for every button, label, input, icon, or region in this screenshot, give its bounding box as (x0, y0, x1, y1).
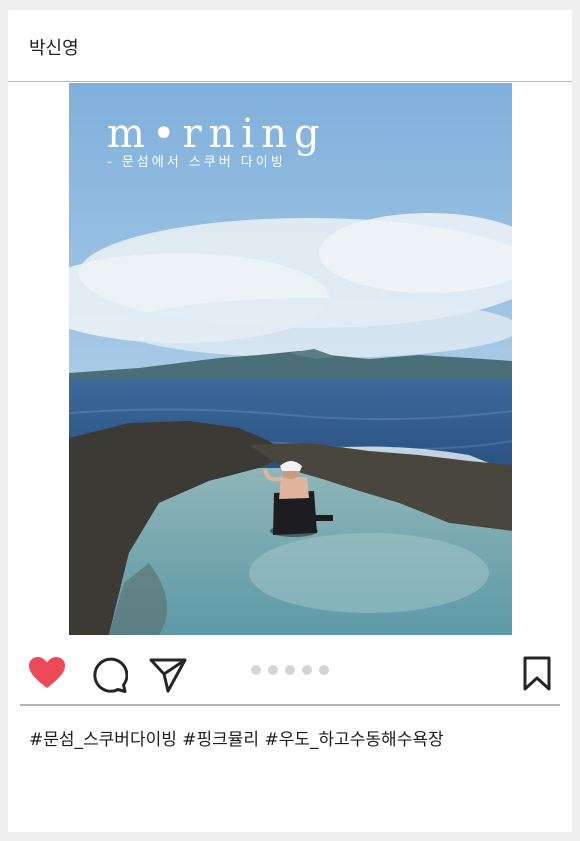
comment-icon[interactable] (90, 656, 128, 694)
carousel-indicator (251, 665, 331, 675)
post-photo[interactable]: m•rning - 문섬에서 스쿠버 다이빙 (69, 83, 512, 635)
username[interactable]: 박신영 (29, 34, 79, 60)
send-icon[interactable] (148, 656, 188, 694)
post-card: 박신영 m•rning - 문섬에서 스쿠버 다이빙 #문섬_스쿠버다이빙 #핑… (8, 10, 572, 832)
carousel-dot[interactable] (302, 665, 312, 675)
post-caption-hashtags[interactable]: #문섬_스쿠버다이빙 #핑크뮬리 #우도_하고수동해수욕장 (29, 725, 444, 750)
divider (20, 704, 560, 706)
carousel-dot[interactable] (285, 665, 295, 675)
action-bar (8, 640, 572, 706)
post-header: 박신영 (8, 10, 572, 82)
photo-subtitle-text: - 문섬에서 스쿠버 다이빙 (107, 155, 286, 170)
carousel-dot[interactable] (319, 665, 329, 675)
bookmark-icon[interactable] (522, 656, 552, 692)
heart-icon[interactable] (28, 656, 66, 690)
carousel-dot[interactable] (268, 665, 278, 675)
carousel-dot[interactable] (251, 665, 261, 675)
